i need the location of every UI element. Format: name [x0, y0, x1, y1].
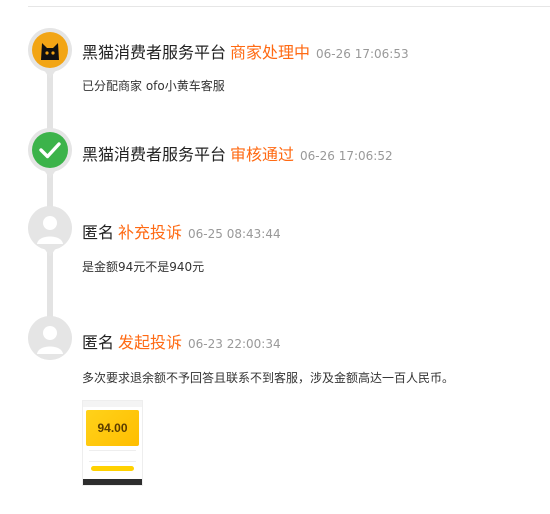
entry-time: 06-25 08:43:44: [188, 227, 281, 241]
user-placeholder-icon: [28, 206, 72, 250]
avatar-pointer: [44, 70, 56, 79]
entry-author: 匿名: [82, 333, 115, 352]
thumbnail-details: [89, 450, 136, 462]
entry-author: 黑猫消费者服务平台: [82, 43, 227, 62]
black-cat-icon: [28, 28, 72, 72]
timeline-entry-header: 匿名 补充投诉 06-25 08:43:44: [82, 219, 281, 243]
entry-status: 商家处理中: [230, 43, 311, 62]
entry-time: 06-26 17:06:53: [316, 47, 409, 61]
balance-card: 94.00: [86, 410, 139, 446]
entry-status: 补充投诉: [118, 223, 183, 242]
timeline-entry-header: 匿名 发起投诉 06-23 22:00:34: [82, 329, 281, 353]
entry-content: 是金额94元不是940元: [82, 260, 205, 274]
timeline-line: [47, 70, 53, 340]
user-placeholder-icon: [28, 316, 72, 360]
avatar: [28, 316, 72, 360]
avatar: [28, 206, 72, 250]
entry-time: 06-23 22:00:34: [188, 337, 281, 351]
avatar-pointer: [44, 170, 56, 179]
entry-status: 发起投诉: [118, 333, 183, 352]
timeline-entry-header: 黑猫消费者服务平台 审核通过 06-26 17:06:52: [82, 141, 393, 165]
entry-author: 匿名: [82, 223, 115, 242]
top-divider: [28, 6, 550, 7]
timeline-entry-header: 黑猫消费者服务平台 商家处理中 06-26 17:06:53: [82, 39, 409, 63]
entry-content: 已分配商家 ofo小黄车客服: [82, 79, 225, 93]
entry-status: 审核通过: [230, 145, 295, 164]
thumbnail-nav-bar: [83, 479, 142, 485]
balance-amount: 94.00: [97, 421, 128, 435]
attachment-thumbnail[interactable]: 94.00: [82, 400, 143, 486]
thumbnail-button: [91, 466, 134, 471]
entry-content: 多次要求退余额不予回答且联系不到客服，涉及金额高达一百人民币。: [82, 371, 455, 385]
check-circle-icon: [28, 128, 72, 172]
avatar: [28, 28, 72, 72]
entry-time: 06-26 17:06:52: [300, 149, 393, 163]
avatar-pointer: [44, 248, 56, 257]
avatar: [28, 128, 72, 172]
thumbnail-status-bar: [83, 401, 142, 407]
entry-author: 黑猫消费者服务平台: [82, 145, 227, 164]
